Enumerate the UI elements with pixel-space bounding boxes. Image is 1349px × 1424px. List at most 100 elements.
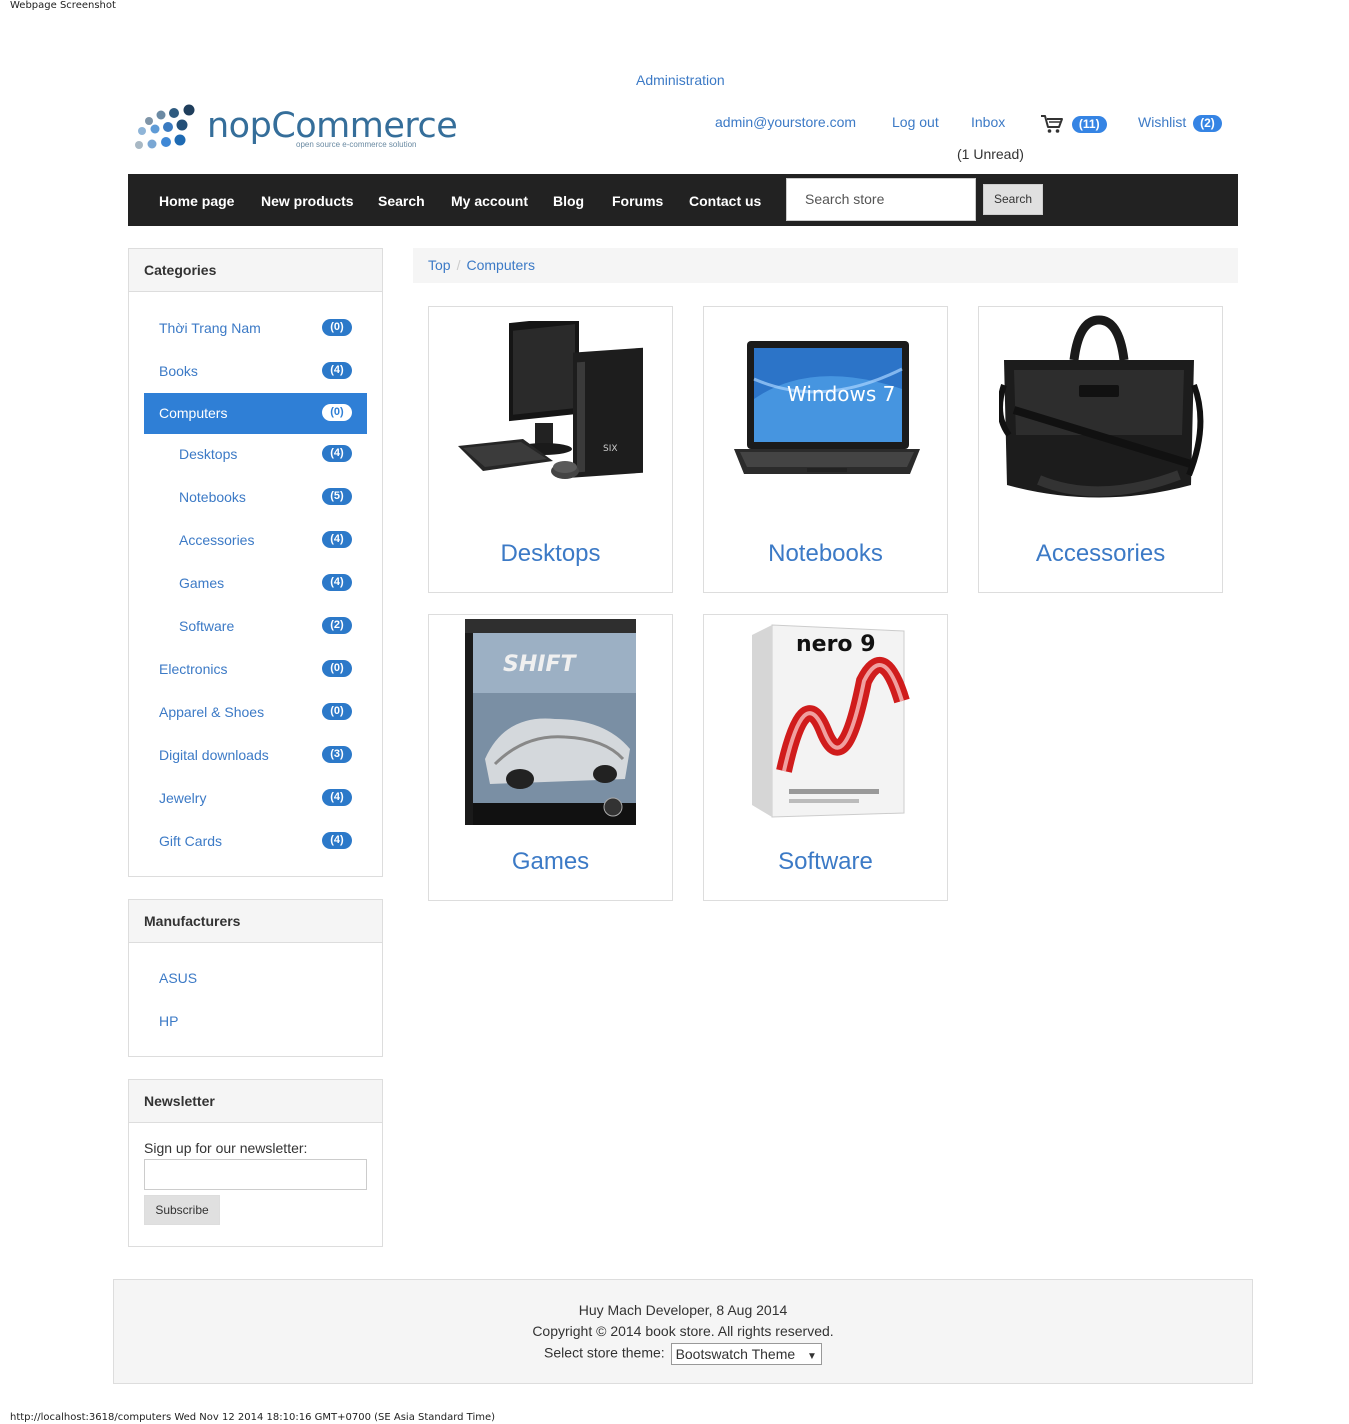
subcategory-title-notebooks[interactable]: Notebooks <box>704 540 947 568</box>
nav-contact-us[interactable]: Contact us <box>689 193 761 209</box>
manufacturers-title: Manufacturers <box>129 900 382 943</box>
cart-icon <box>1041 115 1063 133</box>
category-item[interactable]: Apparel & Shoes (0) <box>144 692 367 733</box>
subcategory-notebooks[interactable]: Windows 7 Notebooks <box>703 306 948 593</box>
svg-text:SIX: SIX <box>603 444 618 454</box>
category-label: Accessories <box>179 532 255 548</box>
capture-footer: http://localhost:3618/computers Wed Nov … <box>10 1412 496 1423</box>
accessories-image <box>999 315 1204 498</box>
subcategory-games[interactable]: SHIFT Games <box>428 614 673 901</box>
newsletter-email-input[interactable] <box>144 1159 367 1190</box>
category-item[interactable]: Thời Trang Nam (0) <box>144 308 367 349</box>
category-label: Notebooks <box>179 489 246 505</box>
category-count-badge: (4) <box>322 789 352 806</box>
desktops-image: SIX <box>458 321 643 479</box>
category-count-badge: (3) <box>322 746 352 763</box>
nav-my-account[interactable]: My account <box>451 193 528 209</box>
category-count-badge: (2) <box>322 617 352 634</box>
nav-new-products[interactable]: New products <box>261 193 354 209</box>
top-menu: Home page New products Search My account… <box>128 174 1238 226</box>
categories-title: Categories <box>129 249 382 292</box>
breadcrumb-separator: / <box>456 257 461 273</box>
category-label: Computers <box>159 405 228 421</box>
subcategory-title-software[interactable]: Software <box>704 848 947 876</box>
category-count-badge: (4) <box>322 445 352 462</box>
capture-label: Webpage Screenshot <box>10 0 116 11</box>
category-label: Desktops <box>179 446 238 462</box>
subcategory-accessories[interactable]: Accessories <box>978 306 1223 593</box>
category-item[interactable]: Software (2) <box>144 606 367 647</box>
subcategory-software[interactable]: nero 9 Software <box>703 614 948 901</box>
wishlist-link[interactable]: Wishlist (2) <box>1138 114 1222 132</box>
newsletter-panel: Newsletter Sign up for our newsletter: S… <box>128 1079 383 1247</box>
category-item[interactable]: Games (4) <box>144 563 367 604</box>
category-count-badge: (4) <box>322 832 352 849</box>
category-count-badge: (5) <box>322 488 352 505</box>
nav-search[interactable]: Search <box>378 193 425 209</box>
category-label: Jewelry <box>159 790 207 806</box>
category-count-badge: (4) <box>322 574 352 591</box>
nav-home-page[interactable]: Home page <box>159 193 234 209</box>
category-count-badge: (4) <box>322 531 352 548</box>
manufacturers-panel: Manufacturers ASUS HP <box>128 899 383 1057</box>
newsletter-title: Newsletter <box>129 1080 382 1123</box>
category-item[interactable]: Desktops (4) <box>144 434 367 475</box>
game-title-text: SHIFT <box>503 652 577 677</box>
subcategory-title-games[interactable]: Games <box>429 848 672 876</box>
footer-theme-row: Select store theme: Bootswatch Theme ▼ <box>114 1343 1252 1365</box>
footer: Huy Mach Developer, 8 Aug 2014 Copyright… <box>113 1279 1253 1384</box>
breadcrumb-top[interactable]: Top <box>428 257 451 273</box>
category-item[interactable]: Digital downloads (3) <box>144 735 367 776</box>
theme-select[interactable]: Bootswatch Theme ▼ <box>670 1343 822 1365</box>
administration-link[interactable]: Administration <box>636 72 725 88</box>
software-title-text: nero 9 <box>796 632 876 657</box>
category-label: Digital downloads <box>159 747 269 763</box>
category-label: Software <box>179 618 235 634</box>
category-item[interactable]: Notebooks (5) <box>144 477 367 518</box>
category-count-badge: (4) <box>322 362 352 379</box>
theme-select-value: Bootswatch Theme <box>675 1346 796 1362</box>
category-item[interactable]: Computers (0) <box>144 393 367 434</box>
games-image: SHIFT <box>465 619 636 825</box>
search-button[interactable]: Search <box>983 184 1043 215</box>
newsletter-label: Sign up for our newsletter: <box>144 1140 308 1156</box>
footer-developer: Huy Mach Developer, 8 Aug 2014 <box>578 1302 788 1318</box>
breadcrumb: Top / Computers <box>413 248 1238 283</box>
category-label: Electronics <box>159 661 228 677</box>
category-item[interactable]: Jewelry (4) <box>144 778 367 819</box>
category-label: Gift Cards <box>159 833 223 849</box>
breadcrumb-current[interactable]: Computers <box>466 257 534 273</box>
notebooks-image: Windows 7 <box>734 341 920 474</box>
category-item[interactable]: Accessories (4) <box>144 520 367 561</box>
manufacturer-hp[interactable]: HP <box>159 1013 178 1029</box>
nav-forums[interactable]: Forums <box>612 193 663 209</box>
categories-panel: Categories Thời Trang Nam (0) Books (4) Comp… <box>128 248 383 877</box>
category-label: Games <box>179 575 225 591</box>
shopping-cart-link[interactable]: (11) <box>1040 114 1107 134</box>
search-input[interactable]: Search store <box>786 178 976 221</box>
store-logo[interactable]: nopCommerce open source e-commerce solut… <box>133 104 458 154</box>
wishlist-count-badge: (2) <box>1193 115 1222 132</box>
logout-link[interactable]: Log out <box>892 114 939 130</box>
manufacturer-asus[interactable]: ASUS <box>159 970 197 986</box>
subcategory-title-desktops[interactable]: Desktops <box>429 540 672 568</box>
account-email-link[interactable]: admin@yourstore.com <box>715 114 856 130</box>
theme-label: Select store theme: <box>544 1344 665 1361</box>
subcategory-title-accessories[interactable]: Accessories <box>979 540 1222 568</box>
inbox-unread: (1 Unread) <box>957 146 1024 162</box>
cart-count-badge: (11) <box>1071 115 1107 133</box>
nav-blog[interactable]: Blog <box>553 193 584 209</box>
category-item[interactable]: Books (4) <box>144 351 367 392</box>
category-item[interactable]: Electronics (0) <box>144 649 367 690</box>
footer-copyright: Copyright © 2014 book store. All rights … <box>532 1323 834 1339</box>
logo-tagline: open source e-commerce solution <box>296 140 417 149</box>
chevron-down-icon: ▼ <box>807 1351 817 1362</box>
category-count-badge: (0) <box>322 703 352 720</box>
inbox-link[interactable]: Inbox <box>971 114 1005 130</box>
subcategory-desktops[interactable]: SIX Desktops <box>428 306 673 593</box>
windows-logo-text: Windows 7 <box>787 382 895 406</box>
category-count-badge: (0) <box>322 660 352 677</box>
category-label: Books <box>159 363 198 379</box>
subscribe-button[interactable]: Subscribe <box>144 1195 220 1225</box>
category-item[interactable]: Gift Cards (4) <box>144 821 367 862</box>
